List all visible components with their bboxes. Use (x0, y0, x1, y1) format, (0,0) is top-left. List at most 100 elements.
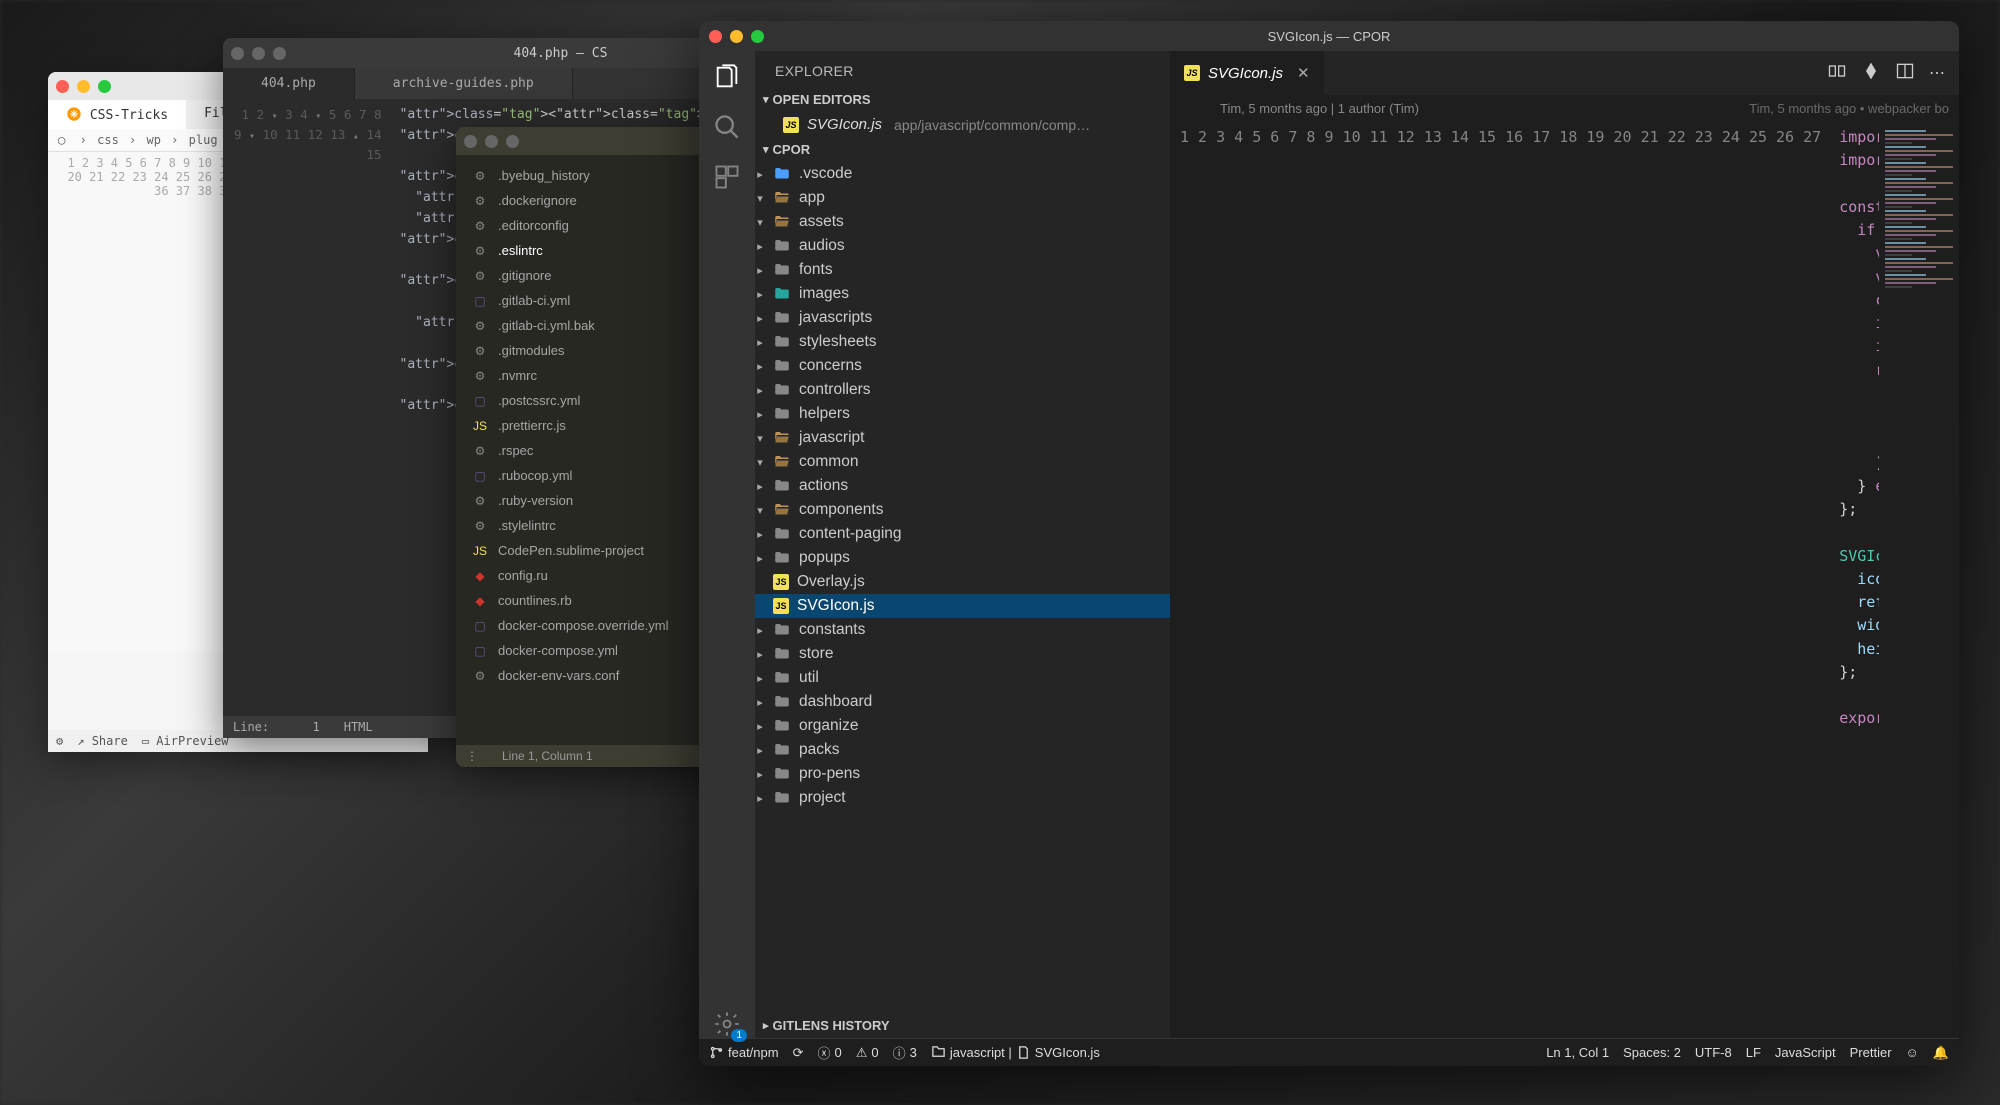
chevron-icon: ▸ (755, 744, 765, 757)
file-name: .editorconfig (498, 218, 569, 233)
more-icon[interactable]: ⋯ (1929, 63, 1945, 83)
close-tab-icon[interactable]: ✕ (1297, 64, 1310, 82)
tree-folder[interactable]: ▸content-paging (755, 522, 1170, 546)
split-editor-icon[interactable] (1895, 61, 1915, 86)
minimize-icon[interactable] (77, 80, 90, 93)
cursor-position[interactable]: Line 1, Column 1 (502, 749, 593, 763)
tree-folder[interactable]: ▸util (755, 666, 1170, 690)
tree-folder[interactable]: ▾app (755, 186, 1170, 210)
file-name: CodePen.sublime-project (498, 543, 644, 558)
editor-tab-active[interactable]: JS SVGIcon.js ✕ (1170, 51, 1324, 95)
git-branch[interactable]: feat/npm (709, 1045, 779, 1060)
tree-folder[interactable]: ▸concerns (755, 354, 1170, 378)
tree-folder[interactable]: ▸fonts (755, 258, 1170, 282)
bell-icon[interactable]: 🔔 (1933, 1045, 1949, 1061)
code-lines[interactable]: import React from 'react'; import PropTy… (1839, 122, 1879, 1038)
tree-folder[interactable]: ▸store (755, 642, 1170, 666)
close-icon[interactable] (56, 80, 69, 93)
close-icon[interactable] (464, 135, 477, 148)
menu-icon[interactable]: ⋮ (466, 749, 478, 763)
minimize-icon[interactable] (730, 30, 743, 43)
explorer-sidebar: EXPLORER ▾ OPEN EDITORS JS SVGIcon.js ap… (755, 51, 1170, 1038)
tree-folder[interactable]: ▸project (755, 786, 1170, 810)
minimize-icon[interactable] (252, 47, 265, 60)
file-type-icon: ⚙ (472, 319, 488, 333)
window-controls[interactable] (231, 47, 286, 60)
tree-folder[interactable]: ▸constants (755, 618, 1170, 642)
tree-file[interactable]: JSSVGIcon.js (755, 594, 1170, 618)
tree-folder[interactable]: ▾components (755, 498, 1170, 522)
tree-file[interactable]: JSOverlay.js (755, 570, 1170, 594)
file-name: config.ru (498, 568, 548, 583)
js-file-icon: JS (1184, 65, 1200, 81)
tab-404[interactable]: 404.php (223, 68, 355, 99)
language-indicator[interactable]: HTML (344, 720, 373, 734)
file-type-icon: ⚙ (472, 519, 488, 533)
tree-label: images (799, 285, 849, 303)
minimap[interactable] (1879, 122, 1959, 1038)
sync-icon[interactable]: ⟳ (793, 1045, 804, 1061)
open-editors-section[interactable]: ▾ OPEN EDITORS (755, 87, 1170, 112)
window-controls[interactable] (56, 80, 111, 93)
tree-folder[interactable]: ▸popups (755, 546, 1170, 570)
diff-icon[interactable] (1861, 61, 1881, 86)
maximize-icon[interactable] (506, 135, 519, 148)
folder-icon (773, 213, 791, 231)
tree-folder[interactable]: ▸dashboard (755, 690, 1170, 714)
file-type-icon: ◆ (472, 569, 488, 583)
tree-folder[interactable]: ▸helpers (755, 402, 1170, 426)
tree-folder[interactable]: ▾assets (755, 210, 1170, 234)
eol[interactable]: LF (1746, 1045, 1761, 1060)
tree-folder[interactable]: ▸ packs (755, 738, 1170, 762)
close-icon[interactable] (709, 30, 722, 43)
tree-folder[interactable]: ▸controllers (755, 378, 1170, 402)
info-count[interactable]: ⓘ 3 (893, 1043, 917, 1062)
tree-folder[interactable]: ▸actions (755, 474, 1170, 498)
tab-css-tricks[interactable]: CSS-Tricks (48, 100, 186, 129)
tab-archive[interactable]: archive-guides.php (355, 68, 573, 99)
file-type-icon: JS (472, 419, 488, 433)
chevron-icon: ▸ (755, 360, 765, 373)
folder-icon (773, 717, 791, 735)
chevron-down-icon: ▾ (763, 93, 769, 106)
code-editor[interactable]: 1 2 3 4 5 6 7 8 9 10 11 12 13 14 15 16 1… (1170, 122, 1959, 1038)
compare-icon[interactable] (1827, 61, 1847, 86)
indentation[interactable]: Spaces: 2 (1623, 1045, 1681, 1060)
language-mode[interactable]: JavaScript (1775, 1045, 1836, 1060)
folder-icon (773, 549, 791, 567)
gitlens-section[interactable]: ▸ GITLENS HISTORY (755, 1013, 1170, 1038)
maximize-icon[interactable] (273, 47, 286, 60)
window-controls[interactable] (709, 30, 764, 43)
warnings-count[interactable]: ⚠ 0 (856, 1045, 879, 1061)
errors-count[interactable]: ⓧ 0 (818, 1043, 842, 1062)
extensions-icon[interactable] (713, 163, 741, 191)
settings-gear-icon[interactable] (713, 1010, 741, 1038)
tree-folder[interactable]: ▸pro-pens (755, 762, 1170, 786)
language-path[interactable]: javascript | SVGIcon.js (931, 1045, 1100, 1060)
prettier-status[interactable]: Prettier (1850, 1045, 1892, 1060)
maximize-icon[interactable] (751, 30, 764, 43)
explorer-icon[interactable] (713, 63, 741, 91)
project-section[interactable]: ▾ CPOR (755, 137, 1170, 162)
maximize-icon[interactable] (98, 80, 111, 93)
tree-folder[interactable]: ▸stylesheets (755, 330, 1170, 354)
encoding[interactable]: UTF-8 (1695, 1045, 1732, 1060)
cursor-position[interactable]: Ln 1, Col 1 (1546, 1045, 1609, 1060)
titlebar[interactable]: SVGIcon.js — CPOR (699, 21, 1959, 51)
tree-folder[interactable]: ▸organize (755, 714, 1170, 738)
tree-folder[interactable]: ▾javascript (755, 426, 1170, 450)
tree-folder[interactable]: ▸javascripts (755, 306, 1170, 330)
tree-folder[interactable]: ▸.vscode (755, 162, 1170, 186)
tree-label: packs (799, 741, 840, 759)
tree-folder[interactable]: ▸images (755, 282, 1170, 306)
window-controls[interactable] (464, 135, 519, 148)
open-editor-item[interactable]: JS SVGIcon.js app/javascript/common/comp… (755, 112, 1170, 137)
tree-folder[interactable]: ▸audios (755, 234, 1170, 258)
tree-folder[interactable]: ▾common (755, 450, 1170, 474)
search-icon[interactable] (713, 113, 741, 141)
feedback-icon[interactable]: ☺ (1906, 1045, 1919, 1060)
close-icon[interactable] (231, 47, 244, 60)
tree-label: stylesheets (799, 333, 877, 351)
gear-icon[interactable]: ⚙ (56, 734, 63, 748)
minimize-icon[interactable] (485, 135, 498, 148)
